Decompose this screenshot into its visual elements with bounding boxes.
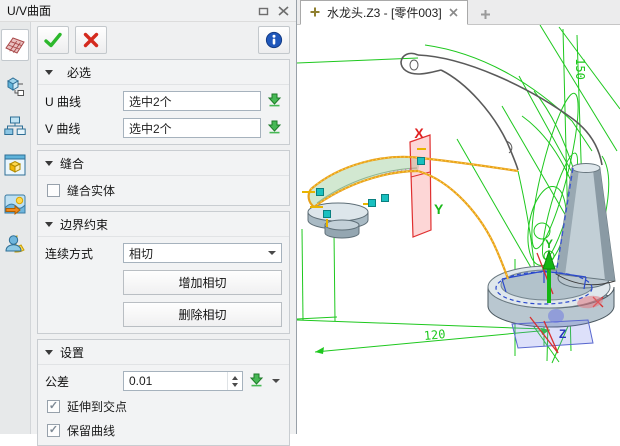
spin-down-icon[interactable] [232, 383, 238, 387]
grip-point[interactable] [548, 309, 564, 323]
float-icon[interactable] [258, 6, 269, 16]
tolerance-value: 0.01 [124, 374, 227, 388]
v-curves-input[interactable]: 选中2个 [123, 118, 261, 138]
section-sew-header[interactable]: 缝合 [38, 151, 289, 176]
add-tangent-button[interactable]: 增加相切 [123, 270, 282, 295]
close-icon[interactable] [449, 6, 458, 20]
document-plus-icon [310, 6, 320, 20]
keep-curves-checkbox[interactable]: ✓ [47, 424, 60, 437]
dialog-title: U/V曲面 [7, 2, 249, 19]
keep-curves-label: 保留曲线 [67, 422, 115, 439]
section-boundary: 边界约束 连续方式 相切 增加相切 删除相切 [37, 211, 290, 334]
tolerance-label: 公差 [45, 373, 117, 390]
chevron-down-icon [268, 251, 276, 255]
uv-surface-icon[interactable] [1, 29, 29, 61]
collapse-triangle-icon [45, 222, 53, 227]
collapse-triangle-icon [45, 161, 53, 166]
select-arrow-icon[interactable] [267, 92, 282, 110]
section-required-header[interactable]: 必选 [38, 60, 289, 85]
chevron-down-icon[interactable] [272, 379, 280, 383]
section-boundary-header[interactable]: 边界约束 [38, 212, 289, 237]
user-icon[interactable] [2, 230, 28, 256]
axis-label-y-plane: Y [434, 201, 444, 217]
view-cube-icon[interactable] [2, 152, 28, 178]
datum-plane-x[interactable] [410, 135, 431, 237]
dimension-120: 120 [423, 327, 446, 343]
document-tabbar: 水龙头.Z3 - [零件003] [297, 0, 620, 25]
sew-solid-label: 缝合实体 [67, 182, 115, 199]
section-boundary-title: 边界约束 [60, 216, 108, 233]
axis-label-z: Z [559, 327, 566, 341]
dialog-command-row [37, 26, 290, 54]
dialog-titlebar[interactable]: U/V曲面 [0, 0, 296, 22]
hierarchy-icon[interactable] [2, 113, 28, 139]
section-sew: 缝合 缝合实体 [37, 150, 290, 206]
v-curves-label: V 曲线 [45, 120, 117, 137]
info-icon[interactable] [258, 26, 290, 54]
dimension-150: 150 [573, 58, 587, 80]
select-arrow-icon[interactable] [267, 119, 282, 137]
datum-plane-z[interactable] [512, 320, 593, 348]
u-curves-input[interactable]: 选中2个 [123, 91, 261, 111]
close-icon[interactable] [278, 6, 289, 16]
u-curves-label: U 曲线 [45, 93, 117, 110]
document-tab[interactable]: 水龙头.Z3 - [零件003] [300, 0, 468, 25]
dialog-content: 必选 U 曲线 选中2个 V 曲线 选中2个 [31, 22, 296, 434]
section-settings-title: 设置 [60, 344, 84, 361]
plus-icon[interactable] [480, 9, 491, 20]
section-required-title: 必选 [67, 64, 91, 81]
wireframe-tree-icon[interactable] [2, 74, 28, 100]
render-image-icon[interactable] [2, 191, 28, 217]
viewport-3d[interactable]: 150 120 X Y Y Z [297, 25, 620, 434]
sew-solid-checkbox[interactable] [47, 184, 60, 197]
app-window: U/V曲面 [0, 0, 620, 434]
dim-arrowhead [315, 347, 324, 354]
cancel-icon[interactable] [75, 26, 107, 54]
remove-tangent-button[interactable]: 删除相切 [123, 302, 282, 327]
spout-aerator [308, 203, 368, 238]
section-settings-header[interactable]: 设置 [38, 340, 289, 365]
spinner-arrows[interactable] [227, 372, 242, 390]
extend-to-intersection-label: 延伸到交点 [67, 398, 127, 415]
spout-profile-curve [401, 53, 602, 170]
axis-label-x: X [414, 125, 424, 141]
viewport-canvas: 150 120 X Y Y Z [297, 25, 620, 434]
section-sew-title: 缝合 [60, 155, 84, 172]
tolerance-spinbox[interactable]: 0.01 [123, 371, 243, 391]
collapse-triangle-icon [45, 70, 53, 75]
dialog-icon-strip [0, 22, 31, 434]
continuity-value: 相切 [129, 245, 153, 262]
document-tab-label: 水龙头.Z3 - [零件003] [327, 4, 442, 21]
continuity-dropdown[interactable]: 相切 [123, 243, 282, 263]
collapse-triangle-icon [45, 350, 53, 355]
continuity-label: 连续方式 [45, 245, 117, 262]
document-area: 水龙头.Z3 - [零件003] [297, 0, 620, 434]
uv-surface-dialog: U/V曲面 [0, 0, 297, 434]
extend-to-intersection-checkbox[interactable]: ✓ [47, 400, 60, 413]
axis-label-y-base: Y [545, 237, 553, 251]
select-arrow-icon[interactable] [249, 372, 264, 390]
section-settings: 设置 公差 0.01 [37, 339, 290, 446]
spin-up-icon[interactable] [232, 376, 238, 380]
confirm-icon[interactable] [37, 26, 69, 54]
section-required: 必选 U 曲线 选中2个 V 曲线 选中2个 [37, 59, 290, 145]
